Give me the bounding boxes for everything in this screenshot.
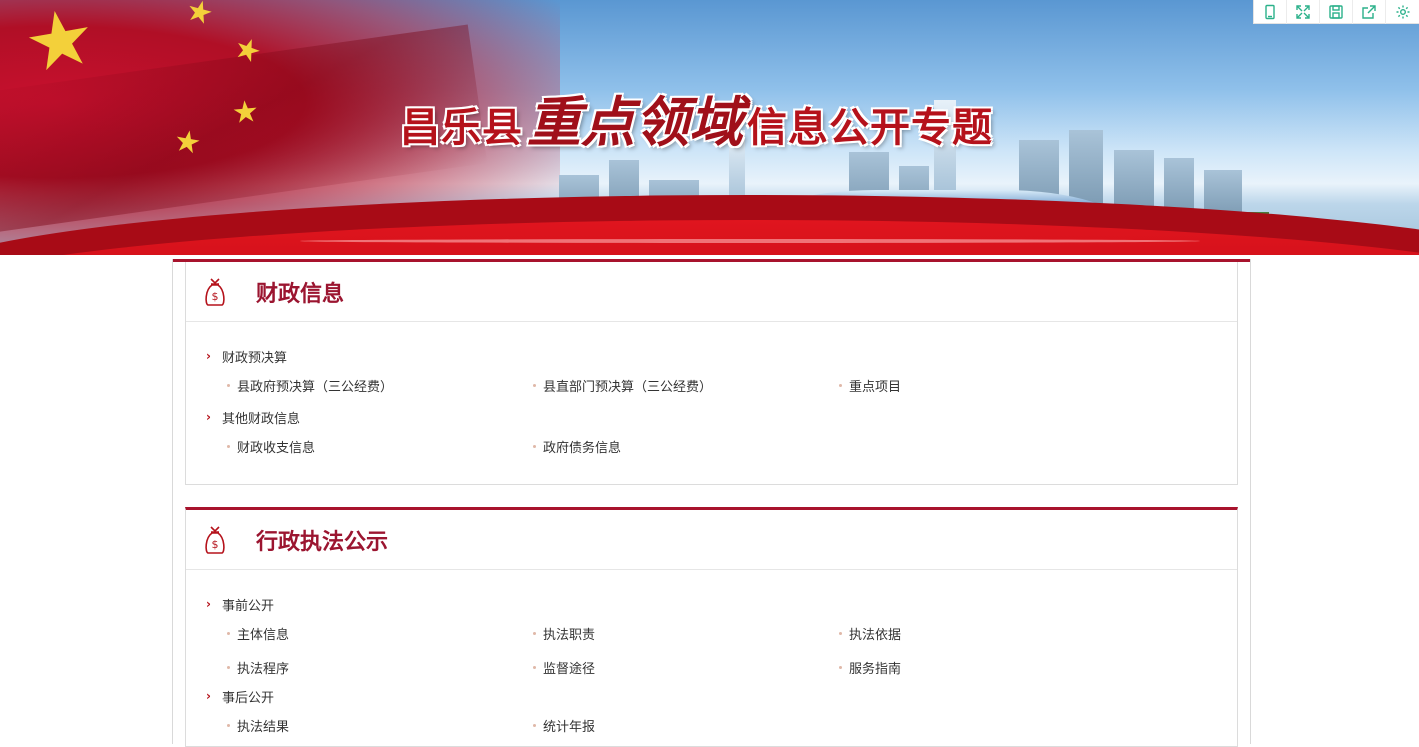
bullet-icon <box>533 383 536 387</box>
share-icon <box>1362 5 1376 19</box>
flag-star-icon: ★ <box>230 93 261 132</box>
bullet-icon <box>533 665 536 669</box>
sub-item[interactable]: 执法职责 <box>533 616 839 650</box>
content-rail-right <box>1250 259 1251 744</box>
category-pre-disclosure[interactable]: › 事前公开 <box>206 594 1237 614</box>
save-icon <box>1329 5 1343 19</box>
save-button[interactable] <box>1320 0 1353 24</box>
flag-star-icon: ★ <box>171 122 204 163</box>
sub-item-label: 执法程序 <box>237 661 290 677</box>
bullet-icon <box>839 383 842 387</box>
bullet-icon <box>227 383 230 387</box>
banner-title-county: 昌乐县 <box>400 104 523 151</box>
sub-item-label: 执法依据 <box>849 627 902 643</box>
sub-item-label: 县政府预决算（三公经费） <box>237 379 394 395</box>
section-header: $ 行政执法公示 <box>186 510 1237 570</box>
svg-text:$: $ <box>212 290 219 303</box>
sub-item[interactable]: 县政府预决算（三公经费） <box>227 374 533 396</box>
money-bag-icon: $ <box>205 525 225 554</box>
bullet-icon <box>533 723 536 727</box>
sub-item[interactable]: 财政收支信息 <box>227 435 533 457</box>
sub-item-label: 服务指南 <box>849 661 902 677</box>
banner-wave-highlight <box>300 239 1200 243</box>
section-header: $ 财政信息 <box>186 262 1237 322</box>
bullet-icon <box>839 631 842 635</box>
bullet-icon <box>533 444 536 448</box>
section-law-enforcement: $ 行政执法公示 › 事前公开 主体信息 执法职责 执法依据 执法程序 监督途径… <box>185 507 1238 747</box>
fullscreen-icon <box>1296 5 1310 19</box>
flag-star-icon: ★ <box>17 0 103 92</box>
share-button[interactable] <box>1353 0 1386 24</box>
sub-item-label: 重点项目 <box>849 379 902 395</box>
bullet-icon <box>227 665 230 669</box>
chevron-right-icon: › <box>206 349 211 363</box>
bullet-icon <box>227 444 230 448</box>
banner-title-highlight: 重点领域 <box>527 90 743 154</box>
category-post-disclosure[interactable]: › 事后公开 <box>206 686 1237 706</box>
sub-item-label: 执法结果 <box>237 719 290 735</box>
sub-item[interactable]: 服务指南 <box>839 650 1145 684</box>
sub-item[interactable]: 监督途径 <box>533 650 839 684</box>
sub-item-label: 执法职责 <box>543 627 596 643</box>
bullet-icon <box>839 665 842 669</box>
header-banner: ★ ★ ★ ★ ★ 昌乐县 重点领域 信息公开专题 <box>0 0 1419 255</box>
sub-item[interactable]: 主体信息 <box>227 616 533 650</box>
category-label: 事后公开 <box>222 690 275 706</box>
section-title: 行政执法公示 <box>256 529 389 555</box>
section-title: 财政信息 <box>256 281 345 307</box>
sub-item[interactable]: 执法程序 <box>227 650 533 684</box>
sub-item-label: 主体信息 <box>237 627 290 643</box>
sub-item-label: 统计年报 <box>543 719 596 735</box>
bullet-icon <box>533 631 536 635</box>
chevron-right-icon: › <box>206 597 211 611</box>
main-content: $ 财政信息 › 财政预决算 县政府预决算（三公经费） 县直部门预决算（三公经费… <box>0 255 1419 747</box>
bullet-icon <box>227 723 230 727</box>
settings-icon <box>1396 5 1409 19</box>
banner-title-suffix: 信息公开专题 <box>747 104 993 151</box>
accessibility-toolbar <box>1253 0 1419 24</box>
mobile-view-button[interactable] <box>1254 0 1287 24</box>
sub-item[interactable]: 统计年报 <box>533 714 839 736</box>
category-label: 事前公开 <box>222 598 275 614</box>
sub-item[interactable]: 县直部门预决算（三公经费） <box>533 374 839 396</box>
settings-button[interactable] <box>1386 0 1419 24</box>
svg-text:$: $ <box>212 538 219 551</box>
bullet-icon <box>227 631 230 635</box>
mobile-icon <box>1265 4 1275 20</box>
category-label: 财政预决算 <box>222 350 288 366</box>
content-rail-left <box>172 259 173 744</box>
category-other-finance[interactable]: › 其他财政信息 <box>206 407 1237 427</box>
chevron-right-icon: › <box>206 410 211 424</box>
fullscreen-button[interactable] <box>1287 0 1320 24</box>
sub-item-label: 监督途径 <box>543 661 596 677</box>
sub-item[interactable]: 政府债务信息 <box>533 435 839 457</box>
banner-title: 昌乐县 重点领域 信息公开专题 <box>400 78 993 154</box>
sub-item[interactable]: 执法结果 <box>227 714 533 736</box>
category-label: 其他财政信息 <box>222 411 301 427</box>
sub-item-label: 县直部门预决算（三公经费） <box>543 379 713 395</box>
money-bag-icon: $ <box>205 277 225 306</box>
sub-item-label: 政府债务信息 <box>543 440 622 456</box>
sub-item[interactable]: 执法依据 <box>839 616 1145 650</box>
section-finance: $ 财政信息 › 财政预决算 县政府预决算（三公经费） 县直部门预决算（三公经费… <box>185 262 1238 485</box>
chevron-right-icon: › <box>206 689 211 703</box>
category-budget[interactable]: › 财政预决算 <box>206 346 1237 366</box>
sub-item-label: 财政收支信息 <box>237 440 316 456</box>
sub-item[interactable]: 重点项目 <box>839 374 1145 396</box>
